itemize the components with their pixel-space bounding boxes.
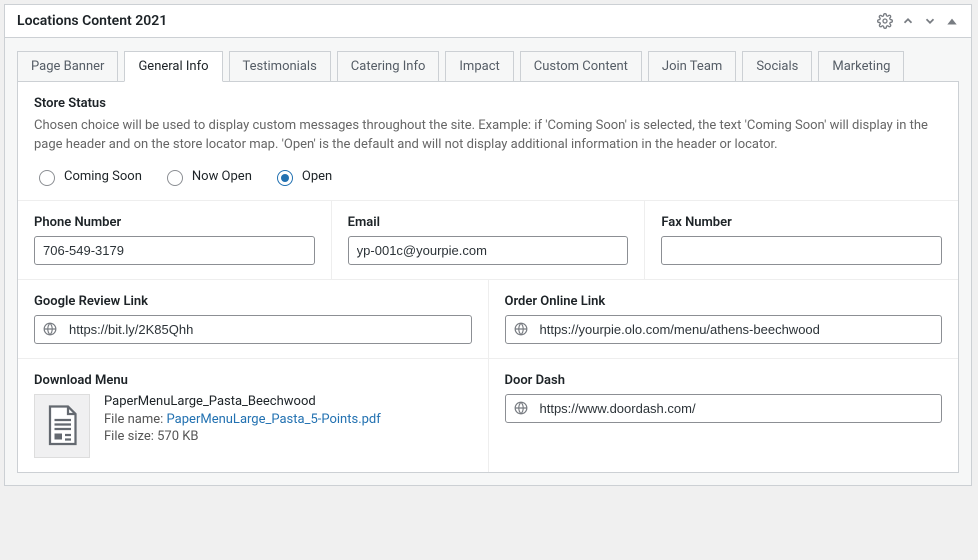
radio-open[interactable]: Open — [272, 167, 332, 186]
file-name-label: File name: — [104, 412, 167, 427]
globe-icon — [35, 322, 65, 336]
google-review-label: Google Review Link — [34, 294, 472, 309]
radio-now-open-label: Now Open — [192, 169, 252, 184]
email-input[interactable] — [348, 236, 629, 265]
order-online-input-wrap — [505, 315, 943, 344]
tab-marketing[interactable]: Marketing — [818, 51, 904, 82]
file-attachment: PaperMenuLarge_Pasta_Beechwood File name… — [34, 394, 472, 458]
file-title: PaperMenuLarge_Pasta_Beechwood — [104, 394, 381, 409]
file-name-link[interactable]: PaperMenuLarge_Pasta_5-Points.pdf — [167, 412, 381, 427]
store-status-label: Store Status — [34, 96, 942, 111]
store-status-section: Store Status Chosen choice will be used … — [18, 82, 958, 201]
doordash-cell: Door Dash — [489, 359, 959, 472]
download-menu-label: Download Menu — [34, 373, 472, 388]
tab-general-info[interactable]: General Info — [124, 51, 222, 82]
tab-impact[interactable]: Impact — [445, 51, 513, 82]
tab-content: Store Status Chosen choice will be used … — [17, 81, 959, 473]
links-row-1: Google Review Link Order Online Link — [18, 280, 958, 359]
radio-open-label: Open — [302, 169, 332, 184]
tab-socials[interactable]: Socials — [742, 51, 812, 82]
google-review-cell: Google Review Link — [18, 280, 489, 358]
download-menu-cell: Download Menu — [18, 359, 489, 472]
tab-page-banner[interactable]: Page Banner — [17, 51, 118, 82]
file-meta: PaperMenuLarge_Pasta_Beechwood File name… — [104, 394, 381, 446]
doordash-input-wrap — [505, 394, 943, 423]
document-icon[interactable] — [34, 394, 90, 458]
radio-coming-soon[interactable]: Coming Soon — [34, 167, 142, 186]
meta-box-panel: Locations Content 2021 Page Banner Gener… — [4, 4, 972, 486]
globe-icon — [506, 322, 536, 336]
google-review-input-wrap — [34, 315, 472, 344]
radio-now-open[interactable]: Now Open — [162, 167, 252, 186]
fax-label: Fax Number — [661, 215, 942, 230]
order-online-input[interactable] — [536, 316, 942, 343]
tab-catering-info[interactable]: Catering Info — [337, 51, 440, 82]
radio-coming-soon-input[interactable] — [39, 170, 55, 186]
order-online-label: Order Online Link — [505, 294, 943, 309]
chevron-down-icon[interactable] — [923, 14, 937, 28]
phone-input[interactable] — [34, 236, 315, 265]
panel-body: Page Banner General Info Testimonials Ca… — [5, 38, 971, 485]
panel-title: Locations Content 2021 — [17, 13, 167, 29]
fax-cell: Fax Number — [645, 201, 958, 279]
radio-open-input[interactable] — [277, 170, 293, 186]
radio-coming-soon-label: Coming Soon — [64, 169, 142, 184]
google-review-input[interactable] — [65, 316, 471, 343]
store-status-radios: Coming Soon Now Open Open — [34, 167, 942, 186]
doordash-label: Door Dash — [505, 373, 943, 388]
links-row-2: Download Menu — [18, 359, 958, 472]
doordash-input[interactable] — [536, 395, 942, 422]
order-online-cell: Order Online Link — [489, 280, 959, 358]
tab-join-team[interactable]: Join Team — [648, 51, 736, 82]
gear-icon[interactable] — [877, 13, 893, 29]
file-size-label: File size: — [104, 429, 157, 444]
contact-row: Phone Number Email Fax Number — [18, 201, 958, 280]
collapse-icon[interactable] — [945, 14, 959, 28]
tabs: Page Banner General Info Testimonials Ca… — [17, 50, 959, 81]
tab-custom-content[interactable]: Custom Content — [520, 51, 642, 82]
globe-icon — [506, 401, 536, 415]
email-label: Email — [348, 215, 629, 230]
email-cell: Email — [332, 201, 646, 279]
store-status-help: Chosen choice will be used to display cu… — [34, 117, 942, 155]
file-name-line: File name: PaperMenuLarge_Pasta_5-Points… — [104, 412, 381, 427]
radio-now-open-input[interactable] — [167, 170, 183, 186]
file-size-value: 570 KB — [157, 429, 198, 444]
panel-controls — [877, 13, 959, 29]
phone-cell: Phone Number — [18, 201, 332, 279]
chevron-up-icon[interactable] — [901, 14, 915, 28]
phone-label: Phone Number — [34, 215, 315, 230]
panel-header: Locations Content 2021 — [5, 5, 971, 38]
tab-testimonials[interactable]: Testimonials — [229, 51, 331, 82]
file-size-line: File size: 570 KB — [104, 429, 381, 444]
fax-input[interactable] — [661, 236, 942, 265]
